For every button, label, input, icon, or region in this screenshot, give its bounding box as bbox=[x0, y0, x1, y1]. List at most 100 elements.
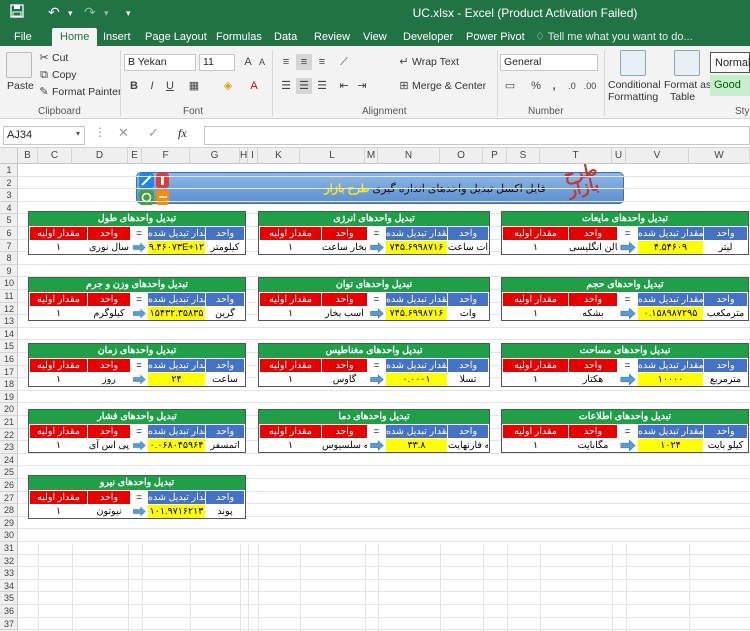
font-name-select[interactable]: B Yekan bbox=[124, 54, 196, 71]
input-value-cell[interactable]: ۱ bbox=[30, 373, 87, 386]
name-box-dropdown-icon[interactable]: ▾ bbox=[76, 129, 80, 138]
target-unit-cell[interactable]: مترمربع bbox=[704, 373, 747, 386]
target-unit-cell[interactable]: اتمسفر bbox=[206, 439, 244, 452]
paste-icon[interactable] bbox=[6, 52, 32, 78]
column-header[interactable]: U bbox=[612, 148, 626, 164]
fill-color-icon[interactable]: ◈ bbox=[220, 78, 236, 94]
row-header[interactable]: 37 bbox=[0, 618, 18, 631]
row-header[interactable]: 23 bbox=[0, 441, 18, 454]
target-unit-cell[interactable]: وات ساعت bbox=[448, 241, 488, 254]
source-unit-cell[interactable]: پی اس آی bbox=[88, 439, 130, 452]
cut-button[interactable]: Cut bbox=[52, 52, 68, 64]
tab-home[interactable]: Home bbox=[52, 28, 98, 46]
borders-icon[interactable]: ▦ bbox=[186, 78, 202, 94]
column-header[interactable]: N bbox=[378, 148, 440, 164]
column-header[interactable]: W bbox=[689, 148, 750, 164]
row-header[interactable]: 7 bbox=[0, 240, 18, 253]
decrease-indent-icon[interactable]: ⇤ bbox=[336, 78, 352, 94]
column-header[interactable]: G bbox=[190, 148, 240, 164]
source-unit-cell[interactable]: نیوتون bbox=[88, 505, 130, 518]
copy-icon[interactable]: ⧉ bbox=[36, 67, 52, 83]
italic-button[interactable]: I bbox=[144, 78, 160, 94]
row-header[interactable]: 2 bbox=[0, 177, 18, 190]
wrap-text-button[interactable]: Wrap Text bbox=[412, 56, 459, 68]
row-header[interactable]: 16 bbox=[0, 353, 18, 366]
column-header[interactable]: V bbox=[626, 148, 689, 164]
source-unit-cell[interactable]: گالن انگلیسی bbox=[569, 241, 617, 254]
row-header[interactable]: 8 bbox=[0, 252, 18, 265]
row-header[interactable]: 13 bbox=[0, 315, 18, 328]
column-header[interactable]: I bbox=[248, 148, 258, 164]
input-value-cell[interactable]: ۱ bbox=[503, 241, 568, 254]
conditional-formatting-button[interactable]: Conditional bbox=[608, 79, 661, 91]
target-unit-cell[interactable]: کیلو بایت bbox=[704, 439, 747, 452]
column-header[interactable]: E bbox=[128, 148, 142, 164]
source-unit-cell[interactable]: اسب بخار ساعت bbox=[322, 241, 367, 254]
input-value-cell[interactable]: ۱ bbox=[30, 505, 87, 518]
target-unit-cell[interactable]: درجه فارنهایت bbox=[448, 439, 488, 452]
tab-view[interactable]: View bbox=[359, 28, 391, 46]
conditional-formatting-icon[interactable] bbox=[620, 50, 646, 76]
format-as-table-button[interactable]: Format as bbox=[664, 79, 711, 91]
source-unit-cell[interactable]: کیلوگرم bbox=[88, 307, 130, 320]
formula-input[interactable] bbox=[204, 126, 750, 145]
increase-decimal-icon[interactable]: .0 bbox=[564, 78, 580, 94]
target-unit-cell[interactable]: مترمکعب bbox=[704, 307, 747, 320]
tell-me-box[interactable]: ♢ Tell me what you want to do... bbox=[535, 28, 693, 46]
row-header[interactable]: 4 bbox=[0, 202, 18, 215]
cut-icon[interactable]: ✂ bbox=[36, 50, 52, 66]
row-header[interactable]: 12 bbox=[0, 303, 18, 316]
align-left-icon[interactable]: ☰ bbox=[278, 78, 294, 94]
decrease-decimal-icon[interactable]: .00 bbox=[582, 78, 598, 94]
column-header[interactable]: F bbox=[142, 148, 190, 164]
row-header[interactable]: 32 bbox=[0, 555, 18, 568]
format-painter-icon[interactable]: ✎ bbox=[36, 84, 52, 100]
row-header[interactable]: 19 bbox=[0, 391, 18, 404]
input-value-cell[interactable]: ۱ bbox=[503, 439, 568, 452]
row-header[interactable]: 30 bbox=[0, 529, 18, 542]
row-header[interactable]: 22 bbox=[0, 429, 18, 442]
tab-power-pivot[interactable]: Power Pivot bbox=[462, 28, 529, 46]
target-unit-cell[interactable]: تسلا bbox=[448, 373, 488, 386]
row-header[interactable]: 14 bbox=[0, 328, 18, 341]
align-middle-icon[interactable]: ≡ bbox=[296, 54, 312, 70]
copy-button[interactable]: Copy bbox=[52, 69, 77, 81]
row-header[interactable]: 6 bbox=[0, 227, 18, 240]
tab-developer[interactable]: Developer bbox=[399, 28, 457, 46]
merge-center-button[interactable]: Merge & Center bbox=[412, 80, 486, 92]
row-header[interactable]: 29 bbox=[0, 517, 18, 530]
orientation-icon[interactable]: ⟋ bbox=[336, 54, 352, 70]
source-unit-cell[interactable]: درجه سلسیوس bbox=[322, 439, 367, 452]
target-unit-cell[interactable]: وات bbox=[448, 307, 488, 320]
cancel-icon[interactable]: ✕ bbox=[118, 125, 129, 141]
format-painter-button[interactable]: Format Painter bbox=[52, 86, 121, 98]
row-header[interactable]: 20 bbox=[0, 403, 18, 416]
row-header[interactable]: 35 bbox=[0, 592, 18, 605]
row-header[interactable]: 3 bbox=[0, 189, 18, 202]
target-unit-cell[interactable]: لیتر bbox=[704, 241, 747, 254]
row-header[interactable]: 26 bbox=[0, 479, 18, 492]
row-header[interactable]: 34 bbox=[0, 580, 18, 593]
tab-page-layout[interactable]: Page Layout bbox=[141, 28, 211, 46]
source-unit-cell[interactable]: گاوس bbox=[322, 373, 367, 386]
align-center-icon[interactable]: ☰ bbox=[296, 78, 312, 94]
row-header[interactable]: 1 bbox=[0, 164, 18, 177]
name-box[interactable]: AJ34 bbox=[3, 126, 85, 145]
source-unit-cell[interactable]: سال نوری bbox=[88, 241, 130, 254]
font-color-icon[interactable]: A bbox=[246, 78, 262, 94]
format-as-table-icon[interactable] bbox=[674, 50, 700, 76]
style-normal[interactable]: Normal bbox=[710, 52, 750, 73]
source-unit-cell[interactable]: هکتار bbox=[569, 373, 617, 386]
column-header[interactable]: K bbox=[258, 148, 300, 164]
column-header[interactable]: T bbox=[540, 148, 612, 164]
paste-button[interactable]: Paste bbox=[7, 80, 34, 92]
column-header[interactable]: H bbox=[240, 148, 248, 164]
column-header[interactable]: P bbox=[483, 148, 507, 164]
row-header[interactable]: 15 bbox=[0, 340, 18, 353]
input-value-cell[interactable]: ۱ bbox=[503, 373, 568, 386]
input-value-cell[interactable]: ۱ bbox=[260, 307, 321, 320]
row-header[interactable]: 9 bbox=[0, 265, 18, 278]
row-header[interactable]: 21 bbox=[0, 416, 18, 429]
style-good[interactable]: Good bbox=[710, 75, 750, 96]
currency-icon[interactable]: ▭ bbox=[502, 78, 518, 94]
